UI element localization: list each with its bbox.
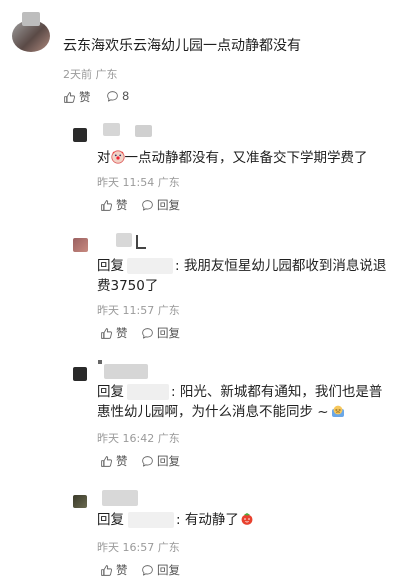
- reply-time: 昨天 11:57: [97, 304, 155, 317]
- reply-meta: 昨天 11:54 广东: [97, 174, 180, 190]
- like-label: 赞: [116, 563, 128, 577]
- reply-text-line2-text: 惠性幼儿园啊，为什么消息不能同步 ~: [97, 404, 329, 420]
- username-mark: [136, 247, 146, 249]
- reply-text-end: 一点动静都没有，又准备交下学期学费了: [124, 150, 368, 166]
- reply-label: 回复: [157, 454, 180, 468]
- strawberry-face-icon: [240, 512, 254, 526]
- reply-time: 昨天 11:54: [97, 176, 155, 189]
- comment-bubble-icon: [106, 90, 119, 103]
- reply-text-line2: 费3750了: [97, 278, 159, 294]
- comment-bubble-icon: [141, 199, 154, 212]
- reply-label: 回复: [157, 563, 180, 577]
- avatar[interactable]: [73, 238, 88, 252]
- reply-meta: 昨天 16:42 广东: [97, 430, 180, 446]
- reply-text-start: 对: [97, 150, 111, 166]
- reply-location: 广东: [157, 176, 180, 189]
- comment-text: 云东海欢乐云海幼儿园一点动静都没有: [63, 38, 301, 54]
- reply-target-blurred[interactable]: [128, 512, 174, 528]
- reply-meta: 昨天 16:57 广东: [97, 539, 180, 555]
- reply-text-line1: : 我朋友恒星幼儿园都收到消息说退: [175, 258, 387, 274]
- like-button[interactable]: 赞: [100, 197, 128, 213]
- like-label: 赞: [116, 454, 128, 468]
- reply-button[interactable]: 回复: [141, 453, 180, 469]
- clown-face-icon: [110, 150, 125, 164]
- comment-location: 广东: [95, 68, 118, 81]
- like-button[interactable]: 赞: [100, 562, 128, 578]
- username-blurred[interactable]: [22, 12, 40, 26]
- reply-prefix: 回复: [97, 258, 124, 274]
- comment-meta: 2天前 广东: [63, 66, 118, 82]
- username-blurred[interactable]: [104, 364, 148, 379]
- avatar[interactable]: [73, 367, 87, 381]
- reply-text: 回复: [97, 382, 124, 402]
- thumbs-up-icon: [100, 327, 113, 340]
- reply-button[interactable]: 回复: [141, 325, 180, 341]
- like-button[interactable]: 赞: [100, 453, 128, 469]
- reply-text: 回复: [97, 256, 124, 276]
- reply-text-line1: : 阳光、新城都有通知，我们也是普: [171, 384, 383, 400]
- username-blurred[interactable]: [102, 490, 138, 506]
- comment-time: 2天前: [63, 68, 92, 81]
- reply-text-line2: 惠性幼儿园啊，为什么消息不能同步 ~: [97, 402, 345, 422]
- reply-location: 广东: [157, 304, 180, 317]
- reply-prefix: 回复: [97, 512, 124, 528]
- reply-label: 回复: [157, 326, 180, 340]
- like-label: 赞: [116, 198, 128, 212]
- reply-text-line1: : 有动静了: [176, 510, 254, 530]
- comment-count: 8: [122, 89, 130, 103]
- like-label: 赞: [79, 90, 91, 104]
- reply-button[interactable]: 回复: [141, 197, 180, 213]
- avatar[interactable]: [73, 495, 87, 508]
- like-button[interactable]: 赞: [100, 325, 128, 341]
- username-blurred[interactable]: [103, 123, 120, 136]
- comment-bubble-icon: [141, 455, 154, 468]
- like-label: 赞: [116, 326, 128, 340]
- thumbs-up-icon: [100, 455, 113, 468]
- avatar[interactable]: [73, 128, 87, 142]
- reply-time: 昨天 16:57: [97, 541, 155, 554]
- reply-label: 回复: [157, 198, 180, 212]
- exhausted-face-icon: [331, 404, 345, 418]
- thumbs-up-icon: [100, 564, 113, 577]
- thumbs-up-icon: [100, 199, 113, 212]
- username-blurred[interactable]: [116, 233, 132, 247]
- reply-target-blurred[interactable]: [127, 258, 173, 274]
- comment-bubble-icon: [141, 327, 154, 340]
- reply-target-blurred[interactable]: [127, 384, 169, 400]
- reply-text: 回复: [97, 510, 124, 530]
- username-mark: [98, 360, 102, 364]
- thumbs-up-icon: [63, 91, 76, 104]
- reply-text-line1-text: : 有动静了: [176, 512, 239, 528]
- comment-count-button[interactable]: 8: [106, 89, 129, 103]
- reply-location: 广东: [157, 432, 180, 445]
- like-button[interactable]: 赞: [63, 89, 91, 105]
- comment-bubble-icon: [141, 564, 154, 577]
- reply-time: 昨天 16:42: [97, 432, 155, 445]
- reply-text: 对一点动静都没有，又准备交下学期学费了: [97, 148, 368, 168]
- reply-location: 广东: [157, 541, 180, 554]
- username-blurred[interactable]: [135, 125, 152, 137]
- reply-button[interactable]: 回复: [141, 562, 180, 578]
- reply-prefix: 回复: [97, 384, 124, 400]
- reply-meta: 昨天 11:57 广东: [97, 302, 180, 318]
